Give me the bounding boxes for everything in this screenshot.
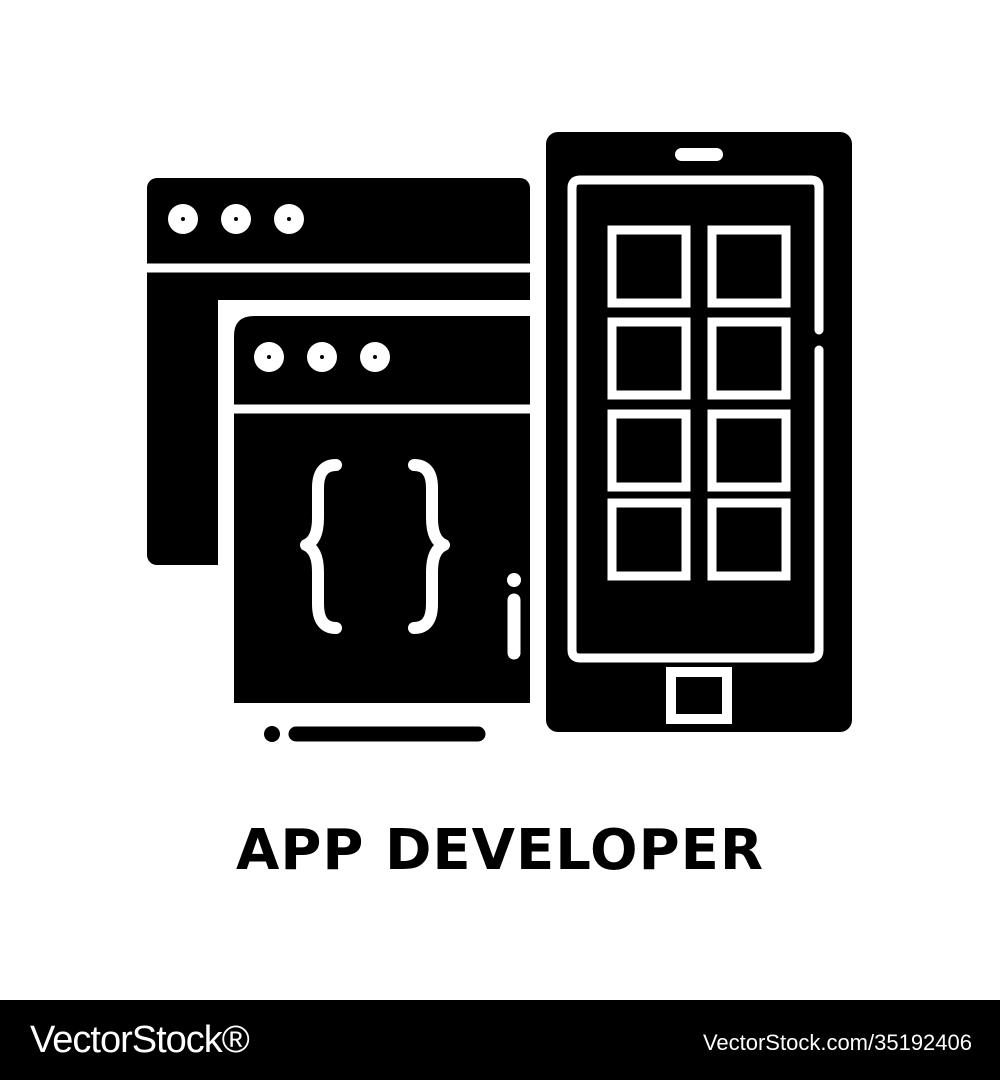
underline-dash (264, 726, 486, 742)
smartphone-icon (546, 132, 852, 732)
caption-title: APP DEVELOPER (236, 818, 764, 883)
brand-logo: VectorStock® (30, 1019, 250, 1061)
footer-bar: VectorStock® VectorStock.com/35192406 (0, 1000, 1000, 1080)
code-window-icon (218, 300, 530, 720)
image-id-text: VectorStock.com/35192406 (702, 1030, 972, 1055)
